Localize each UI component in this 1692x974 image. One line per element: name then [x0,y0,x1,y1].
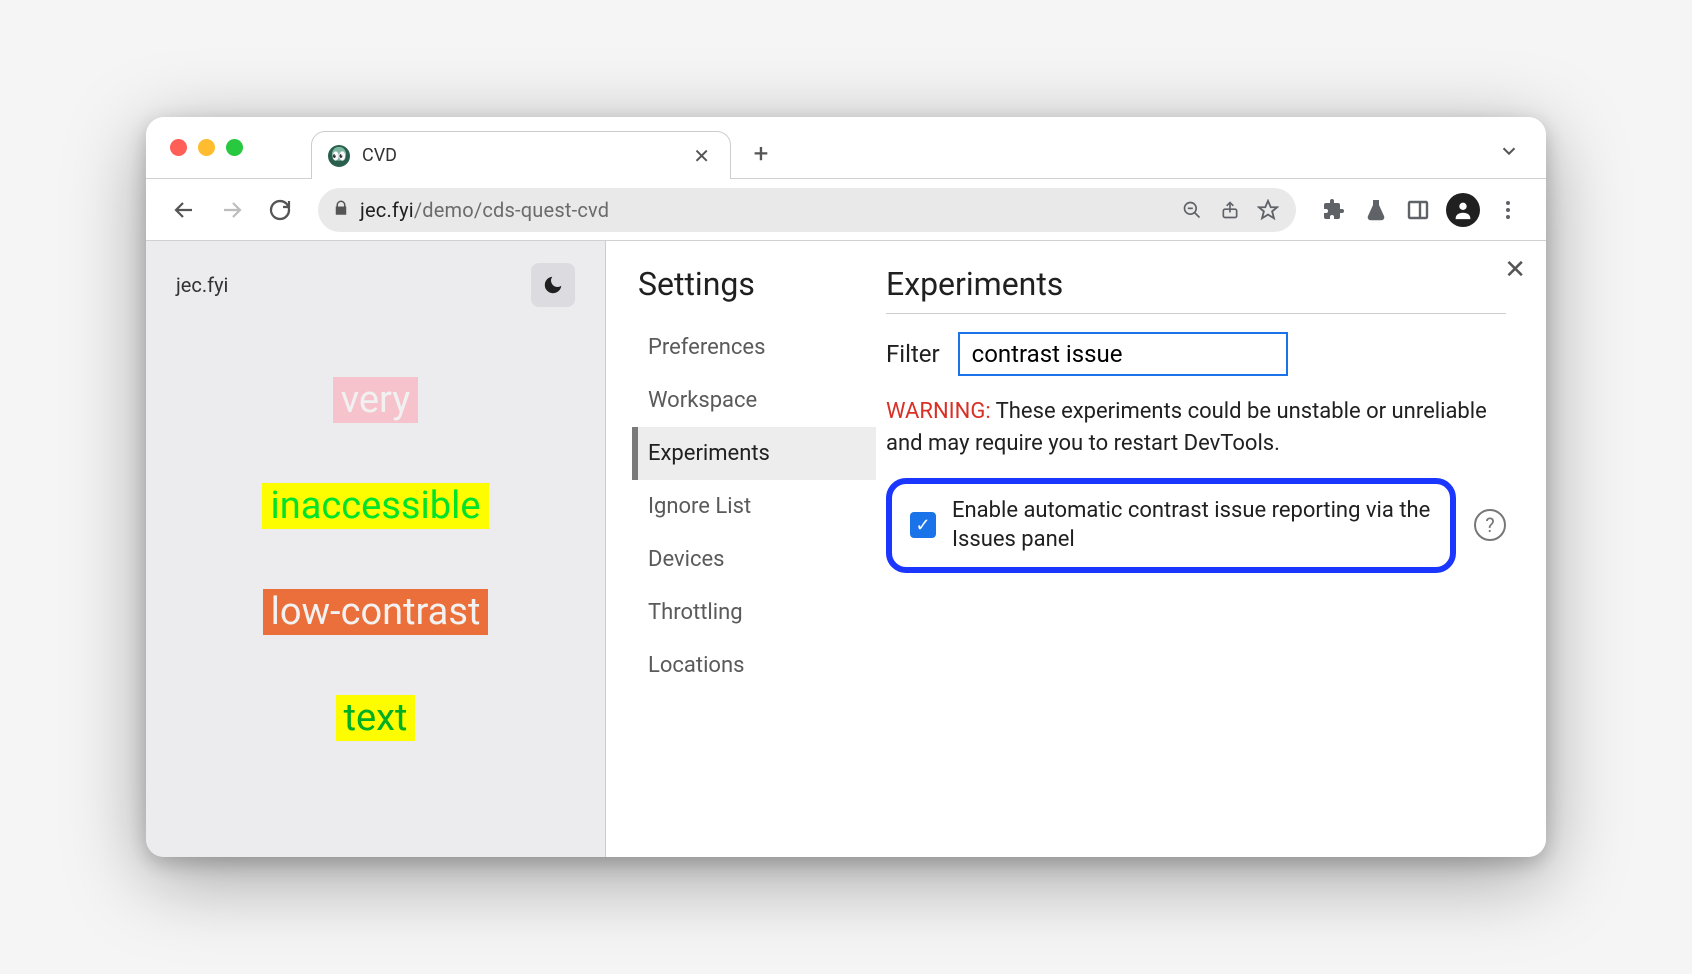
dark-mode-toggle[interactable] [531,263,575,307]
panel-icon[interactable] [1398,190,1438,230]
nav-ignore-list[interactable]: Ignore List [632,480,876,533]
labs-icon[interactable] [1356,190,1396,230]
tab-close-button[interactable]: ✕ [689,140,714,172]
reload-button[interactable] [260,190,300,230]
settings-title: Settings [632,265,876,303]
toolbar-right [1314,190,1528,230]
window-close-button[interactable] [170,139,187,156]
bookmark-star-icon[interactable] [1254,199,1282,221]
webpage: jec.fyi very inaccessible low-contrast t… [146,241,606,857]
moon-icon [542,274,564,296]
filter-label: Filter [886,340,940,368]
experiment-label: Enable automatic contrast issue reportin… [952,496,1432,555]
address-bar[interactable]: jec.fyi/demo/cds-quest-cvd [318,188,1296,232]
nav-throttling[interactable]: Throttling [632,586,876,639]
browser-menu-button[interactable] [1488,190,1528,230]
share-icon[interactable] [1216,200,1244,220]
settings-content: Experiments Filter WARNING: These experi… [876,241,1546,857]
experiment-checkbox[interactable]: ✓ [910,512,936,538]
content-area: jec.fyi very inaccessible low-contrast t… [146,241,1546,857]
experiments-warning: WARNING: These experiments could be unst… [886,396,1506,460]
demo-word: text [336,695,416,741]
window-maximize-button[interactable] [226,139,243,156]
filter-row: Filter [886,332,1506,376]
settings-sidebar: Settings Preferences Workspace Experimen… [606,241,876,857]
demo-word: inaccessible [262,483,488,529]
lock-icon [332,199,350,221]
page-header: jec.fyi [176,263,575,307]
demo-word: low-contrast [263,589,489,635]
nav-locations[interactable]: Locations [632,639,876,692]
demo-word: very [333,377,419,423]
new-tab-button[interactable]: + [741,134,781,174]
devtools-panel: ✕ Settings Preferences Workspace Experim… [606,241,1546,857]
nav-devices[interactable]: Devices [632,533,876,586]
site-name: jec.fyi [176,273,228,297]
toolbar: jec.fyi/demo/cds-quest-cvd [146,179,1546,241]
window-minimize-button[interactable] [198,139,215,156]
settings-nav: Preferences Workspace Experiments Ignore… [632,321,876,692]
panel-title: Experiments [886,265,1506,303]
tabs-dropdown-button[interactable] [1498,140,1520,168]
browser-window: 👀 CVD ✕ + jec.fyi/demo/cds-quest-cvd [146,117,1546,857]
forward-button[interactable] [212,190,252,230]
nav-experiments[interactable]: Experiments [632,427,876,480]
warning-label: WARNING: [886,399,991,424]
divider [886,313,1506,314]
nav-workspace[interactable]: Workspace [632,374,876,427]
experiment-row-wrap: ✓ Enable automatic contrast issue report… [886,478,1506,573]
url-host: jec.fyi [360,198,414,222]
filter-input[interactable] [958,332,1288,376]
back-button[interactable] [164,190,204,230]
tab-favicon: 👀 [328,145,350,167]
url-path: /demo/cds-quest-cvd [414,198,609,222]
zoom-icon[interactable] [1178,200,1206,220]
experiment-row-highlighted: ✓ Enable automatic contrast issue report… [886,478,1456,573]
demo-words: very inaccessible low-contrast text [262,377,488,741]
titlebar: 👀 CVD ✕ + [146,117,1546,179]
help-icon[interactable]: ? [1474,509,1506,541]
profile-avatar[interactable] [1446,193,1480,227]
tab-title: CVD [362,145,677,166]
url-text: jec.fyi/demo/cds-quest-cvd [360,198,609,222]
browser-tab[interactable]: 👀 CVD ✕ [311,131,731,179]
nav-preferences[interactable]: Preferences [632,321,876,374]
window-controls [170,139,243,156]
extensions-icon[interactable] [1314,190,1354,230]
